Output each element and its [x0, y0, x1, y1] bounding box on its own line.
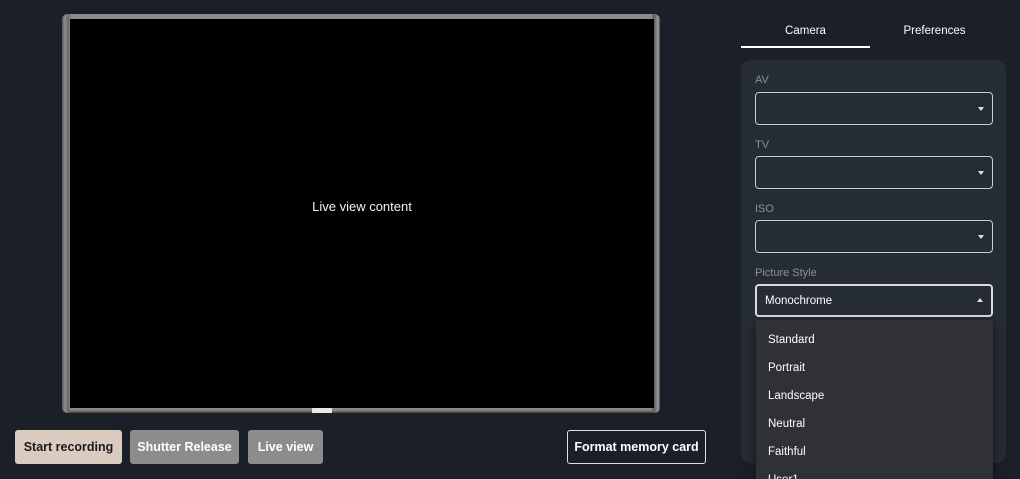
format-memory-card-button[interactable]: Format memory card — [567, 430, 706, 464]
tab-camera[interactable]: Camera — [741, 20, 870, 48]
av-select[interactable] — [755, 92, 993, 125]
tv-label: TV — [755, 139, 770, 151]
iso-select[interactable] — [755, 220, 993, 253]
picture-style-option[interactable]: Landscape — [756, 382, 993, 410]
picture-style-label: Picture Style — [755, 267, 817, 279]
picture-style-option[interactable]: Neutral — [756, 410, 993, 438]
caret-down-icon — [978, 107, 984, 111]
picture-style-dropdown: Standard Portrait Landscape Neutral Fait… — [756, 320, 993, 479]
live-view-button[interactable]: Live view — [248, 430, 323, 464]
tab-preferences[interactable]: Preferences — [870, 20, 999, 48]
caret-up-icon — [977, 298, 983, 302]
live-view-content-text: Live view content — [312, 199, 412, 214]
tv-select[interactable] — [755, 156, 993, 189]
camera-control-app: Live view content Start recording Shutte… — [0, 0, 1020, 479]
shutter-release-button[interactable]: Shutter Release — [130, 430, 239, 464]
caret-down-icon — [978, 171, 984, 175]
picture-style-select[interactable]: Monochrome — [755, 284, 993, 317]
live-view-panel: Live view content — [62, 14, 660, 413]
picture-style-select-value: Monochrome — [765, 295, 833, 307]
av-label: AV — [755, 74, 769, 86]
picture-style-option[interactable]: Standard — [756, 326, 993, 354]
live-view-content: Live view content — [70, 19, 654, 408]
iso-label: ISO — [755, 203, 774, 215]
picture-style-option[interactable]: User1 — [756, 466, 993, 479]
picture-style-option[interactable]: Faithful — [756, 438, 993, 466]
caret-down-icon — [978, 235, 984, 239]
start-recording-button[interactable]: Start recording — [15, 430, 122, 464]
picture-style-option[interactable]: Portrait — [756, 354, 993, 382]
